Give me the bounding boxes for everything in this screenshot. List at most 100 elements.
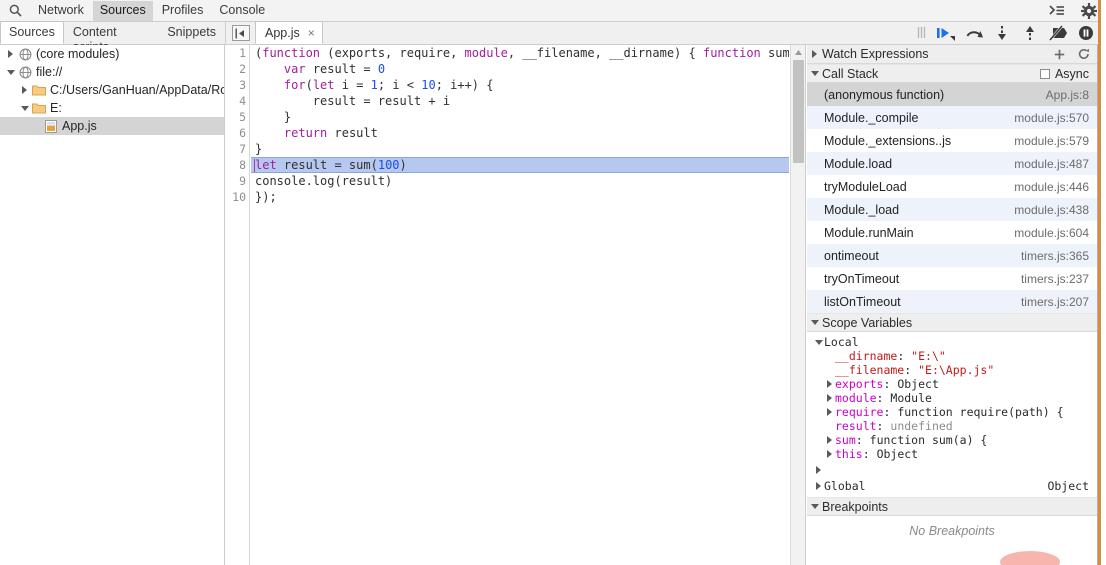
scope-global-group[interactable]: Global Object <box>807 478 1097 494</box>
chevron-down-icon[interactable] <box>813 339 824 345</box>
line-number[interactable]: 9 <box>226 173 249 189</box>
tree-item-file-protocol[interactable]: file:// <box>0 63 224 81</box>
toggle-navigator-icon[interactable] <box>232 25 250 41</box>
chevron-down-icon[interactable] <box>18 105 31 111</box>
subtab-snippets[interactable]: Snippets <box>158 21 225 44</box>
callstack-frame[interactable]: Module.runMain module.js:604 <box>807 221 1097 244</box>
callstack-frame[interactable]: listOnTimeout timers.js:207 <box>807 290 1097 313</box>
scope-var-value: Object <box>876 447 919 461</box>
deactivate-breakpoints-button[interactable] <box>1044 22 1072 44</box>
line-number[interactable]: 5 <box>226 109 249 125</box>
tab-console[interactable]: Console <box>212 1 272 21</box>
settings-gear-icon[interactable] <box>1078 1 1100 21</box>
scope-var-name: __dirname <box>835 349 898 363</box>
tree-item-label: C:/Users/GanHuan/AppData/Roar <box>50 83 224 97</box>
async-toggle[interactable]: Async <box>1039 67 1097 81</box>
section-watch-expressions[interactable]: Watch Expressions <box>807 45 1097 64</box>
line-number[interactable]: 3 <box>226 77 249 93</box>
scope-var-row[interactable]: require: function require(path) { <box>807 405 1097 419</box>
callstack-frame[interactable]: Module._load module.js:438 <box>807 198 1097 221</box>
console-drawer-icon[interactable] <box>1046 1 1068 21</box>
chevron-right-icon[interactable] <box>824 450 835 458</box>
code-lines[interactable]: (function (exports, require, module, __f… <box>251 45 789 565</box>
callstack-frame[interactable]: tryModuleLoad module.js:446 <box>807 175 1097 198</box>
plus-icon[interactable] <box>1053 48 1066 61</box>
code-line-10[interactable]: }); <box>251 189 789 205</box>
line-number[interactable]: 8 <box>226 157 249 173</box>
editor-tab-appjs[interactable]: App.js × <box>255 21 323 44</box>
callstack-frame[interactable]: (anonymous function) App.js:8 <box>807 83 1097 106</box>
code-line-6[interactable]: return result <box>251 125 789 141</box>
scope-var-value: function sum(a) { <box>869 433 988 447</box>
scroll-up-icon[interactable] <box>791 45 805 59</box>
step-out-button[interactable] <box>1016 22 1044 44</box>
code-line-4[interactable]: result = result + i <box>251 93 789 109</box>
chevron-down-icon[interactable] <box>4 69 17 75</box>
subtab-sources[interactable]: Sources <box>0 21 64 44</box>
callstack-frame[interactable]: ontimeout timers.js:365 <box>807 244 1097 267</box>
section-call-stack[interactable]: Call Stack Async <box>807 64 1097 83</box>
subtab-content-scripts[interactable]: Content scripts <box>64 21 158 54</box>
scope-closure-group[interactable] <box>807 461 1097 478</box>
scope-var-row[interactable]: exports: Object <box>807 377 1097 391</box>
chevron-right-icon[interactable] <box>18 86 31 94</box>
scope-var-row[interactable]: __dirname: "E:\" <box>807 349 1097 363</box>
pause-on-exceptions-button[interactable] <box>1072 22 1100 44</box>
scope-local-group[interactable]: Local <box>807 335 1097 349</box>
chevron-right-icon[interactable] <box>807 50 822 58</box>
line-number[interactable]: 10 <box>226 189 249 205</box>
section-title: Call Stack <box>822 66 879 81</box>
tab-network[interactable]: Network <box>31 1 91 21</box>
line-number[interactable]: 1 <box>226 45 249 61</box>
chevron-right-icon[interactable] <box>824 436 835 444</box>
tab-sources[interactable]: Sources <box>92 0 153 21</box>
code-line-5[interactable]: } <box>251 109 789 125</box>
chevron-down-icon[interactable] <box>807 71 822 76</box>
line-number[interactable]: 4 <box>226 93 249 109</box>
tab-profiles[interactable]: Profiles <box>155 1 211 21</box>
editor-scrollbar[interactable] <box>790 45 805 565</box>
line-number[interactable]: 6 <box>226 125 249 141</box>
step-into-button[interactable] <box>988 22 1016 44</box>
scope-var-row[interactable]: __filename: "E:\App.js" <box>807 363 1097 377</box>
code-line-9[interactable]: console.log(result) <box>251 173 789 189</box>
chevron-right-icon[interactable] <box>824 394 835 402</box>
code-line-7[interactable]: } <box>251 141 789 157</box>
callstack-frame[interactable]: Module.load module.js:487 <box>807 152 1097 175</box>
chevron-down-icon[interactable] <box>807 504 822 509</box>
section-breakpoints[interactable]: Breakpoints <box>807 497 1097 516</box>
close-icon[interactable]: × <box>308 27 315 39</box>
search-icon[interactable] <box>0 0 30 21</box>
chevron-right-icon[interactable] <box>824 380 835 388</box>
async-checkbox[interactable] <box>1039 68 1050 79</box>
tree-item-e-drive[interactable]: E: <box>0 99 224 117</box>
code-line-1[interactable]: (function (exports, require, module, __f… <box>251 45 789 61</box>
scope-var-row[interactable]: sum: function sum(a) { <box>807 433 1097 447</box>
chevron-right-icon[interactable] <box>824 408 835 416</box>
code-line-3[interactable]: for(let i = 1; i < 10; i++) { <box>251 77 789 93</box>
chevron-right-icon[interactable] <box>4 50 17 58</box>
scrollbar-thumb[interactable] <box>793 60 804 163</box>
resume-script-execution-button[interactable] <box>932 22 960 44</box>
callstack-frame[interactable]: Module._extensions..js module.js:579 <box>807 129 1097 152</box>
callstack-frame[interactable]: tryOnTimeout timers.js:237 <box>807 267 1097 290</box>
scope-var-row[interactable]: this: Object <box>807 447 1097 461</box>
scope-var-row[interactable]: result: undefined <box>807 419 1097 433</box>
section-scope-variables[interactable]: Scope Variables <box>807 313 1097 332</box>
code-line-8-current[interactable]: let result = sum(100) <box>251 157 789 173</box>
callstack-frame[interactable]: Module._compile module.js:570 <box>807 106 1097 129</box>
line-number[interactable]: 7 <box>226 141 249 157</box>
tree-item-label: App.js <box>62 119 97 133</box>
line-number[interactable]: 2 <box>226 61 249 77</box>
chevron-right-icon[interactable] <box>813 482 824 490</box>
chevron-right-icon[interactable] <box>813 465 824 474</box>
refresh-icon[interactable] <box>1077 48 1090 61</box>
step-over-button[interactable] <box>960 22 988 44</box>
tree-item-core-modules[interactable]: (core modules) <box>0 45 224 63</box>
panel-grip-icon[interactable] <box>917 26 926 39</box>
tree-item-appdata-folder[interactable]: C:/Users/GanHuan/AppData/Roar <box>0 81 224 99</box>
chevron-down-icon[interactable] <box>807 320 822 325</box>
scope-var-row[interactable]: module: Module <box>807 391 1097 405</box>
tree-item-appjs[interactable]: App.js <box>0 117 224 135</box>
code-line-2[interactable]: var result = 0 <box>251 61 789 77</box>
